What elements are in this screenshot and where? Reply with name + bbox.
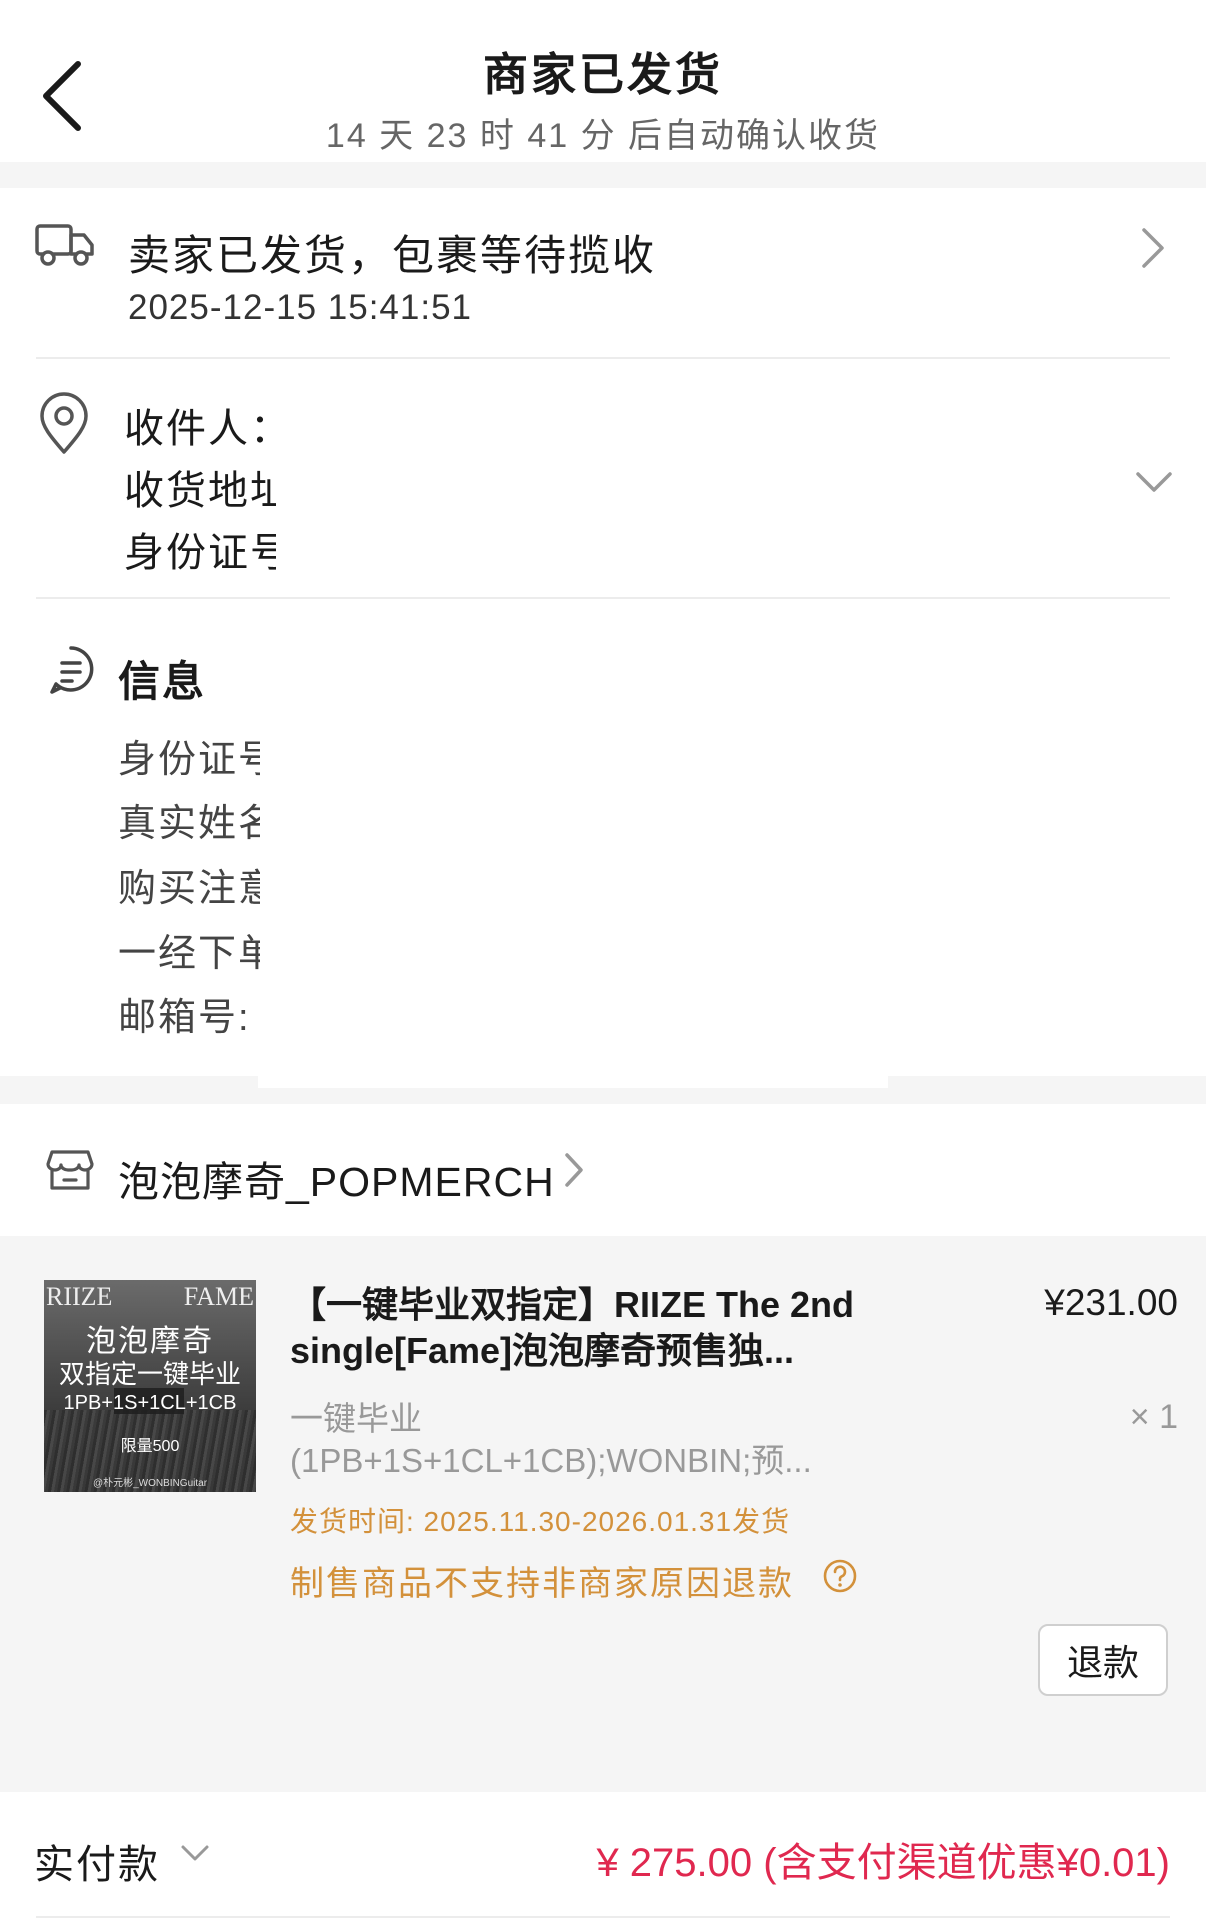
page-title: 商家已发货 bbox=[482, 49, 723, 100]
memo-icon bbox=[50, 646, 94, 694]
thumb-brand-left: RIIZE bbox=[46, 1282, 113, 1311]
product-quantity: × 1 bbox=[1129, 1398, 1178, 1436]
nav-header: 商家已发货 14 天 23 时 41 分 后自动确认收货 bbox=[0, 0, 1206, 162]
recipient-label: 收件人： bbox=[124, 407, 276, 451]
shipment-time: 2025-12-15 15:41:51 bbox=[128, 288, 472, 327]
info-line: 邮箱号: bbox=[118, 997, 251, 1039]
chevron-down-icon[interactable] bbox=[180, 1842, 210, 1864]
thumb-bundle-text: 双指定一键毕业 bbox=[58, 1359, 241, 1389]
ship-time-notice: 发货时间: 2025.11.30-2026.01.31发货 bbox=[290, 1506, 791, 1537]
truck-icon bbox=[35, 224, 94, 266]
chevron-right-icon[interactable] bbox=[562, 1150, 586, 1190]
info-line: 一经下单 bbox=[118, 933, 260, 975]
redaction-block bbox=[258, 1060, 888, 1088]
section-gap bbox=[0, 162, 1206, 188]
info-line: 身份证号 bbox=[118, 739, 260, 781]
product-price: ¥231.00 bbox=[1044, 1282, 1178, 1323]
question-circle-icon[interactable] bbox=[822, 1558, 858, 1594]
location-pin-icon bbox=[40, 392, 88, 454]
info-line: 真实姓名 bbox=[118, 803, 260, 845]
info-line: 购买注意 bbox=[118, 868, 260, 910]
id-number-label: 身份证号 bbox=[124, 531, 276, 575]
chevron-right-icon[interactable] bbox=[1138, 226, 1168, 270]
divider bbox=[36, 1916, 1170, 1918]
refund-button[interactable]: 退款 bbox=[1038, 1624, 1168, 1696]
thumb-credit-text: @朴元彬_WONBINGuitar bbox=[92, 1478, 208, 1489]
thumb-spec-text: 1PB+1S+1CL+1CB bbox=[63, 1392, 237, 1414]
product-title[interactable]: 【一键毕业双指定】RIIZE The 2nd single[Fame]泡泡摩奇预… bbox=[290, 1282, 890, 1374]
shipment-status: 卖家已发货，包裹等待揽收 bbox=[128, 232, 657, 279]
thumb-brand-right: FAME bbox=[183, 1282, 254, 1311]
divider bbox=[36, 597, 1170, 599]
store-icon bbox=[46, 1150, 94, 1190]
info-section-title: 信息 bbox=[118, 658, 207, 705]
address-label: 收货地址 bbox=[124, 469, 276, 513]
refund-policy-notice: 制售商品不支持非商家原因退款 bbox=[290, 1565, 794, 1603]
paid-amount-value: ¥ 275.00 (含支付渠道优惠¥0.01) bbox=[596, 1841, 1170, 1885]
paid-amount-label[interactable]: 实付款 bbox=[34, 1832, 160, 1890]
chevron-down-icon[interactable] bbox=[1134, 466, 1174, 496]
product-thumbnail[interactable]: RIIZE FAME 泡泡摩奇 双指定一键毕业 1PB+1S+1CL+1CB 限… bbox=[44, 1280, 256, 1492]
thumb-limit-text: 限量500 bbox=[120, 1438, 180, 1455]
shop-name[interactable]: 泡泡摩奇_POPMERCH bbox=[118, 1148, 555, 1208]
product-variant: 一键毕业(1PB+1S+1CL+1CB);WONBIN;预... bbox=[290, 1400, 812, 1479]
auto-confirm-countdown: 14 天 23 时 41 分 后自动确认收货 bbox=[325, 117, 881, 155]
divider bbox=[36, 357, 1170, 359]
